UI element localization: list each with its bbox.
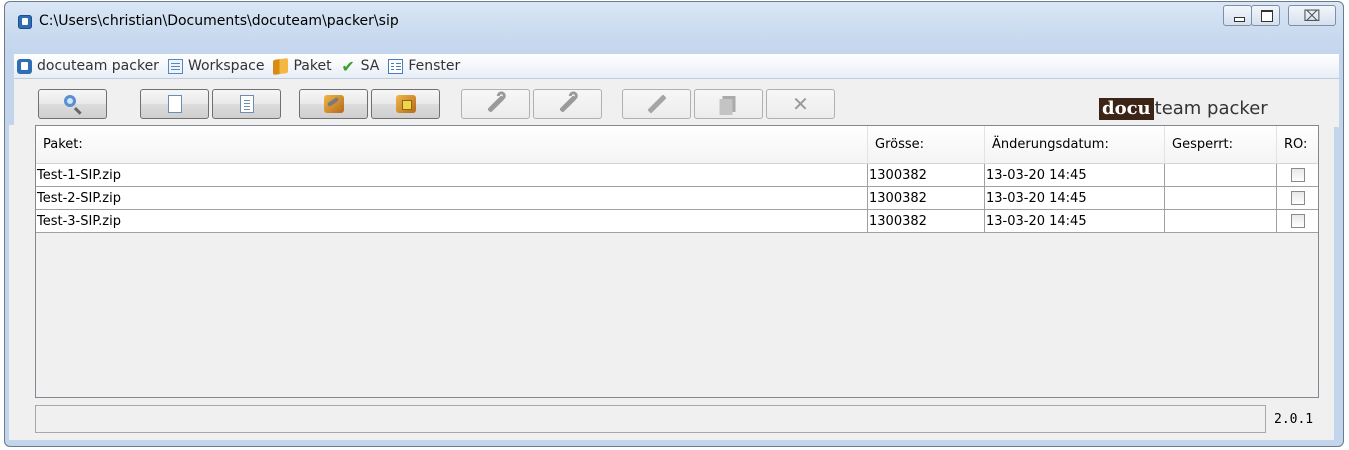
delete-icon: ✕ — [792, 92, 809, 116]
brand-part-2: team packer — [1154, 98, 1268, 119]
copy-icon — [719, 96, 735, 115]
menu-fenster[interactable]: Fenster — [388, 58, 460, 74]
ro-checkbox[interactable] — [1290, 214, 1305, 228]
package-lock-icon — [395, 95, 416, 113]
app-icon — [17, 58, 32, 74]
new-document-icon — [167, 95, 182, 113]
new-package-button[interactable] — [140, 89, 209, 119]
menu-sa[interactable]: ✔ SA — [341, 56, 380, 76]
maximize-icon — [1261, 10, 1273, 22]
brand-part-1: docu — [1099, 97, 1154, 120]
cell-ro — [1276, 163, 1318, 187]
document-list-icon — [239, 95, 254, 113]
table-header-row: Paket: Grösse: Änderungsdatum: Gesperrt:… — [36, 126, 1318, 164]
search-icon — [63, 95, 76, 107]
tools-button[interactable] — [461, 89, 530, 119]
caption-buttons: ⌧ — [1223, 5, 1336, 28]
table-row[interactable]: Test-3-SIP.zip 1300382 13-03-20 14:45 — [36, 209, 1318, 233]
package-table: Paket: Grösse: Änderungsdatum: Gesperrt:… — [35, 125, 1319, 398]
app-icon — [18, 15, 32, 29]
ro-checkbox[interactable] — [1290, 168, 1305, 182]
rename-button[interactable] — [622, 89, 691, 119]
menu-docuteam-packer[interactable]: docuteam packer — [17, 58, 159, 74]
cell-ro — [1276, 209, 1318, 233]
search-button[interactable] — [38, 89, 107, 119]
window-icon — [388, 58, 404, 74]
cell-gesperrt — [1164, 209, 1277, 233]
pencil-icon — [646, 94, 667, 114]
status-bar — [35, 405, 1266, 433]
column-header-gesperrt[interactable]: Gesperrt: — [1164, 126, 1277, 164]
cell-paket: Test-1-SIP.zip — [36, 163, 868, 187]
toolbar: ✕ docu team packer — [14, 79, 1339, 127]
menu-label: Workspace — [187, 58, 265, 74]
minimize-icon — [1234, 17, 1245, 22]
brand-logo: docu team packer — [1099, 96, 1268, 121]
title-bar[interactable]: C:\Users\christian\Documents\docuteam\pa… — [5, 2, 1343, 50]
cell-groesse: 1300382 — [867, 163, 985, 187]
checkmark-icon: ✔ — [341, 56, 355, 76]
open-package-button[interactable] — [299, 89, 368, 119]
close-button[interactable]: ⌧ — [1288, 5, 1336, 26]
package-key-icon — [323, 95, 344, 113]
cell-paket: Test-3-SIP.zip — [36, 209, 868, 233]
wrench-settings-icon — [558, 95, 577, 113]
open-readonly-button[interactable] — [371, 89, 440, 119]
menu-label: Fenster — [408, 58, 461, 74]
cell-paket: Test-2-SIP.zip — [36, 186, 868, 210]
menu-bar: docuteam packer Workspace Paket ✔ SA Fen… — [14, 54, 1339, 79]
copy-button[interactable] — [694, 89, 763, 119]
column-header-paket[interactable]: Paket: — [36, 126, 868, 164]
close-icon: ⌧ — [1303, 7, 1321, 25]
cell-gesperrt — [1164, 186, 1277, 210]
minimize-button[interactable] — [1223, 5, 1252, 26]
cell-datum: 13-03-20 14:45 — [984, 186, 1165, 210]
cell-datum: 13-03-20 14:45 — [984, 209, 1165, 233]
workspace-icon — [167, 58, 183, 74]
menu-label: SA — [360, 58, 380, 74]
wrench-icon — [486, 95, 505, 113]
menu-label: docuteam packer — [37, 58, 159, 74]
menu-paket[interactable]: Paket — [273, 57, 332, 75]
delete-button[interactable]: ✕ — [766, 89, 835, 119]
menu-workspace[interactable]: Workspace — [167, 58, 265, 74]
cell-datum: 13-03-20 14:45 — [984, 163, 1165, 187]
table-row[interactable]: Test-1-SIP.zip 1300382 13-03-20 14:45 — [36, 163, 1318, 187]
settings-button[interactable] — [533, 89, 602, 119]
cell-groesse: 1300382 — [867, 209, 985, 233]
ro-checkbox[interactable] — [1290, 191, 1305, 205]
column-header-ro[interactable]: RO: — [1276, 126, 1318, 164]
table-row[interactable]: Test-2-SIP.zip 1300382 13-03-20 14:45 — [36, 186, 1318, 210]
column-header-groesse[interactable]: Grösse: — [867, 126, 985, 164]
column-header-datum[interactable]: Änderungsdatum: — [984, 126, 1165, 164]
cell-gesperrt — [1164, 163, 1277, 187]
new-from-template-button[interactable] — [212, 89, 281, 119]
version-label: 2.0.1 — [1274, 412, 1314, 427]
menu-label: Paket — [293, 58, 332, 74]
maximize-button[interactable] — [1251, 5, 1280, 26]
window-title: C:\Users\christian\Documents\docuteam\pa… — [39, 13, 399, 29]
cell-groesse: 1300382 — [867, 186, 985, 210]
cell-ro — [1276, 186, 1318, 210]
package-icon — [273, 57, 289, 75]
